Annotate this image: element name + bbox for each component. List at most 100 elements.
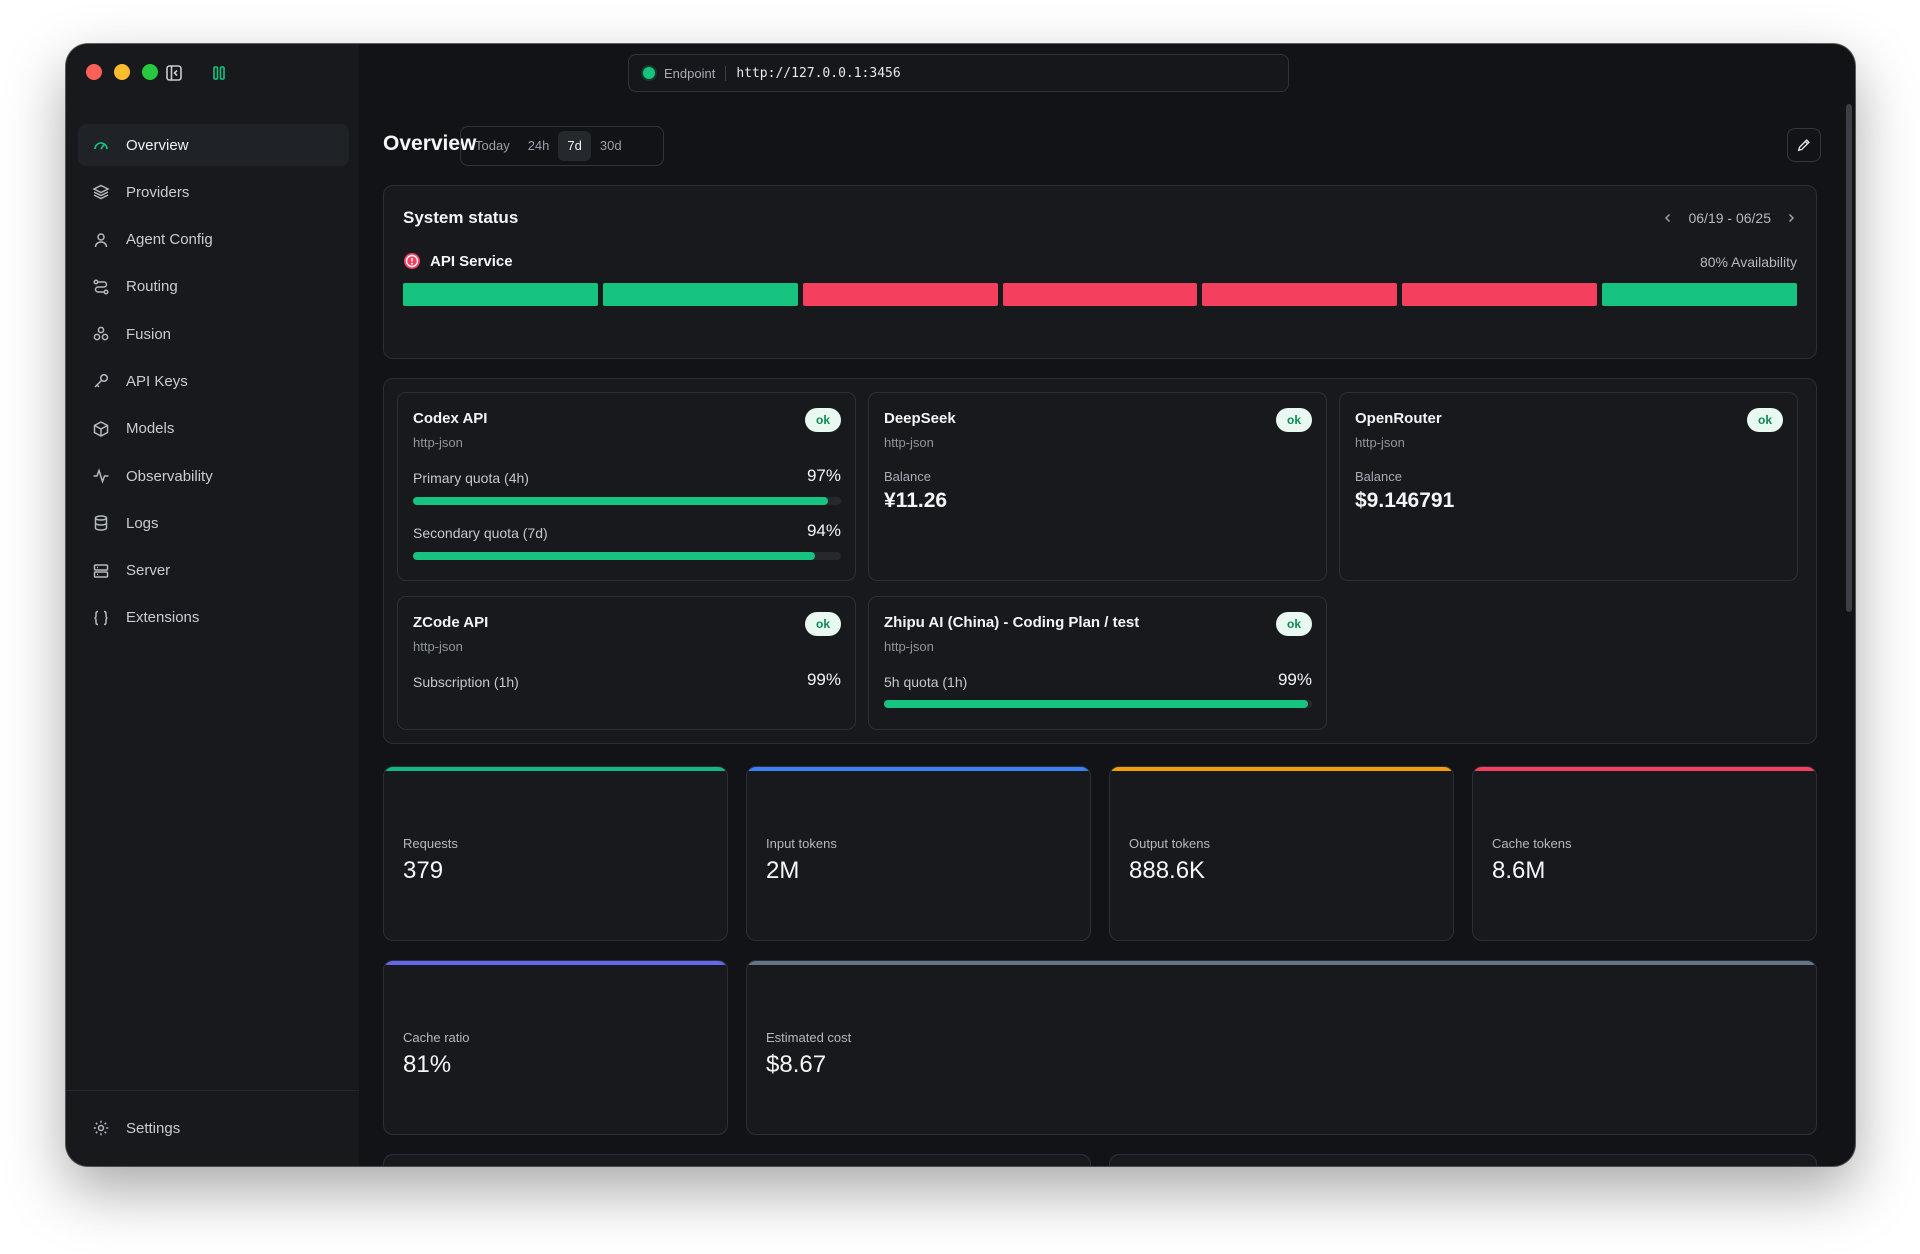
metric-value: 379 — [403, 857, 444, 884]
minimize-window-button[interactable] — [114, 64, 130, 80]
range-today[interactable]: Today — [466, 131, 519, 161]
sidebar-item-routing[interactable]: Routing — [78, 266, 349, 308]
provider-type: http-json — [884, 435, 934, 450]
sidebar-item-logs[interactable]: Logs — [78, 502, 349, 544]
quota-label: Primary quota (4h) — [413, 470, 529, 486]
activity-icon — [93, 468, 109, 484]
sidebar-item-models[interactable]: Models — [78, 408, 349, 450]
metric-label: Estimated cost — [766, 1030, 852, 1045]
quota-bar-fill — [884, 700, 1308, 708]
sidebar-item-observability[interactable]: Observability — [78, 455, 349, 497]
sidebar-item-label: Fusion — [126, 325, 172, 343]
sidebar-item-label: Models — [126, 420, 175, 438]
availability-day-bar[interactable] — [403, 283, 598, 306]
metric-card-estimated-cost: Estimated cost $8.67 — [746, 960, 1817, 1135]
metric-accent-bar — [384, 961, 727, 965]
availability-day-bar[interactable] — [602, 283, 798, 306]
chevron-right-icon[interactable] — [1785, 212, 1797, 224]
sidebar-item-label: Settings — [126, 1119, 181, 1137]
provider-type: http-json — [413, 639, 463, 654]
collapse-sidebar-icon[interactable] — [165, 64, 183, 82]
provider-card-deepseek[interactable]: DeepSeek http-json ok Balance ¥11.26 — [868, 392, 1327, 581]
availability-day-bar[interactable] — [1202, 283, 1398, 306]
database-icon — [94, 515, 108, 532]
columns-icon[interactable] — [210, 64, 228, 82]
edit-layout-button[interactable] — [1787, 128, 1821, 162]
sidebar-item-settings[interactable]: Settings — [78, 1107, 349, 1149]
sidebar-item-server[interactable]: Server — [78, 550, 349, 592]
range-7d[interactable]: 7d — [558, 131, 591, 161]
provider-name: Codex API — [413, 410, 488, 427]
metric-accent-bar — [384, 767, 727, 771]
provider-name: OpenRouter — [1355, 410, 1442, 427]
alert-circle-icon — [404, 253, 420, 269]
metric-label: Requests — [403, 836, 458, 851]
gauge-icon — [94, 142, 108, 150]
provider-card-openrouter[interactable]: OpenRouter http-json ok Balance $9.14679… — [1339, 392, 1798, 581]
sidebar-item-providers[interactable]: Providers — [78, 171, 349, 213]
availability-text: 80% Availability — [1699, 254, 1797, 270]
metric-accent-bar — [1473, 767, 1816, 771]
metric-label: Output tokens — [1129, 836, 1210, 851]
layers-icon — [92, 184, 110, 200]
availability-day-bar[interactable] — [1602, 283, 1798, 306]
endpoint-bar[interactable]: Endpoint http://127.0.0.1:3456 — [628, 54, 1289, 92]
metric-card-cache-ratio: Cache ratio 81% — [383, 960, 728, 1135]
availability-day-bar[interactable] — [1002, 283, 1198, 306]
provider-card-zcode[interactable]: ZCode API http-json ok Subscription (1h)… — [397, 596, 856, 730]
sidebar-item-label: API Keys — [126, 372, 188, 390]
sidebar-footer: Settings — [66, 1090, 359, 1166]
maximize-window-button[interactable] — [142, 64, 158, 80]
sidebar-item-label: Agent Config — [126, 231, 213, 249]
status-badge: ok — [805, 612, 841, 636]
sidebar-item-fusion[interactable]: Fusion — [78, 313, 349, 355]
metric-card-output-tokens: Output tokens 888.6K — [1109, 766, 1454, 941]
provider-card-codex[interactable]: Codex API http-json ok Primary quota (4h… — [397, 392, 856, 581]
fusion-icon — [93, 326, 109, 341]
metric-card-cache-tokens: Cache tokens 8.6M — [1472, 766, 1817, 941]
sidebar-item-api-keys[interactable]: API Keys — [78, 360, 349, 402]
range-24h[interactable]: 24h — [519, 131, 559, 161]
user-icon — [94, 232, 108, 247]
quota-label: 5h quota (1h) — [884, 674, 968, 690]
metric-accent-bar — [747, 961, 1816, 965]
quota-bar — [884, 700, 1312, 708]
metric-accent-bar — [747, 767, 1090, 771]
close-window-button[interactable] — [86, 64, 102, 80]
pencil-icon — [1797, 139, 1810, 152]
sidebar-item-label: Server — [126, 562, 171, 580]
availability-day-bar[interactable] — [1402, 283, 1598, 306]
metric-label: Cache tokens — [1492, 836, 1572, 851]
balance-label: Balance — [1355, 469, 1402, 484]
quota-bar-fill — [413, 497, 829, 505]
sidebar-item-extensions[interactable]: Extensions — [78, 597, 349, 639]
availability-day-bar[interactable] — [802, 283, 998, 306]
chart-card-partial — [1109, 1154, 1817, 1166]
chevron-left-icon[interactable] — [1662, 212, 1674, 224]
app-window: Overview Providers Agent Config Routing … — [66, 44, 1855, 1166]
sidebar-item-overview[interactable]: Overview — [78, 124, 349, 166]
metric-value: 81% — [403, 1051, 452, 1078]
range-30d[interactable]: 30d — [591, 131, 631, 161]
provider-name: DeepSeek — [884, 410, 956, 427]
status-badge: ok — [1276, 408, 1312, 432]
provider-card-zhipu[interactable]: Zhipu AI (China) - Coding Plan / test ht… — [868, 596, 1327, 730]
quota-percent: 99% — [806, 670, 841, 689]
quota-percent: 94% — [806, 521, 841, 540]
provider-name: Zhipu AI (China) - Coding Plan / test — [884, 614, 1140, 631]
route-icon — [93, 279, 109, 295]
sidebar-item-label: Overview — [126, 136, 189, 154]
main-nav: Overview Providers Agent Config Routing … — [78, 124, 349, 644]
sidebar-item-label: Routing — [126, 278, 178, 296]
metric-card-input-tokens: Input tokens 2M — [746, 766, 1091, 941]
system-status-panel: System status 06/19 - 06/25 API Service … — [383, 185, 1817, 359]
main-scrollbar[interactable] — [1846, 104, 1852, 612]
time-range-selector: Today 24h 7d 30d — [460, 126, 664, 166]
sidebar-item-agent-config[interactable]: Agent Config — [78, 219, 349, 261]
date-range-label: 06/19 - 06/25 — [1688, 210, 1771, 226]
gear-icon — [93, 1120, 109, 1136]
metric-card-requests: Requests 379 — [383, 766, 728, 941]
main-content: Endpoint http://127.0.0.1:3456 Overview … — [359, 44, 1855, 1166]
provider-type: http-json — [1355, 435, 1405, 450]
metric-value: 8.6M — [1492, 857, 1546, 884]
